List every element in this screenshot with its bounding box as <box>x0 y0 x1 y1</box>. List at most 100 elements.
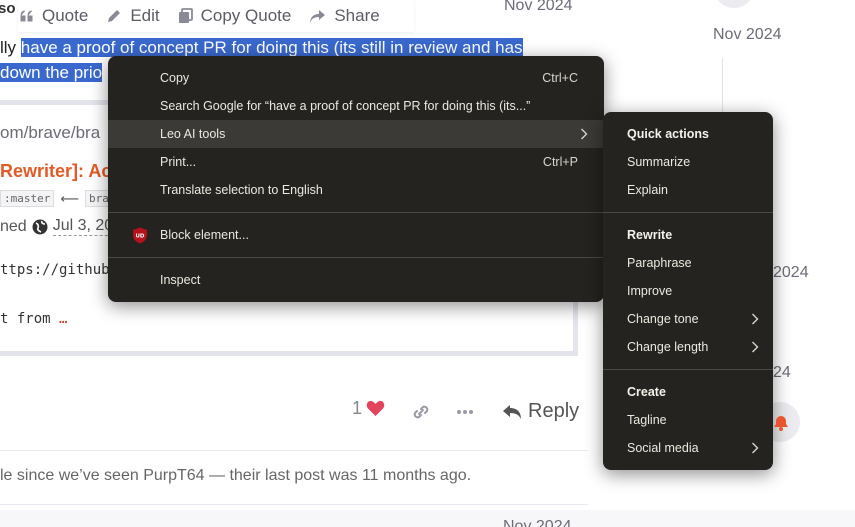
onebox-code-line-2: t from … <box>0 311 67 327</box>
globe-icon <box>32 219 48 234</box>
ublock-shield-icon: UD <box>133 227 147 244</box>
inactive-user-notice: le since we’ve seen PurpT64 — their last… <box>0 467 472 484</box>
opened-label: ned <box>0 217 27 235</box>
submenu-separator <box>603 212 773 213</box>
submenu-item-change-tone[interactable]: Change tone <box>603 305 773 333</box>
timeline-date-end[interactable]: 24 <box>773 364 791 382</box>
branch-arrow: ⟵ <box>60 190 79 206</box>
post-toolbar: Quote Edit Copy Quote Share <box>18 0 414 32</box>
submenu-header-rewrite: Rewrite <box>603 221 773 249</box>
bell-icon <box>773 414 789 436</box>
menu-item-label: Inspect <box>160 273 201 287</box>
submenu-item-summarize[interactable]: Summarize <box>603 148 773 176</box>
post-text-prefix: lly <box>0 38 21 57</box>
selected-text-continued: down the prio <box>0 63 103 82</box>
timeline-handle[interactable] <box>716 0 752 8</box>
submenu-item-paraphrase[interactable]: Paraphrase <box>603 249 773 277</box>
menu-item-search-google[interactable]: Search Google for “have a proof of conce… <box>108 92 604 120</box>
bottom-band <box>0 510 855 527</box>
link-icon <box>413 405 429 419</box>
menu-item-label: Leo AI tools <box>160 127 226 141</box>
reply-label: Reply <box>528 400 580 422</box>
copy-quote-label: Copy Quote <box>200 6 292 25</box>
like-button[interactable]: 1 <box>352 398 385 419</box>
like-count: 1 <box>352 398 363 418</box>
branch-base: :master <box>0 190 55 207</box>
submenu-header-create: Create <box>603 378 773 406</box>
submenu-header-label: Quick actions <box>627 127 709 141</box>
menu-item-label: Search Google for “have a proof of conce… <box>160 99 531 113</box>
menu-item-shortcut: Ctrl+C <box>542 71 578 85</box>
onebox-opened: ned Jul 3, 20 <box>0 217 114 236</box>
opened-date[interactable]: Jul 3, 20 <box>52 217 114 236</box>
menu-item-inspect[interactable]: Inspect <box>108 266 604 294</box>
menu-item-label: Block element... <box>160 228 249 242</box>
timeline-date-mid[interactable]: 2024 <box>773 264 809 282</box>
submenu-item-change-length[interactable]: Change length <box>603 333 773 361</box>
post-text-line-2: down the prio <box>0 63 103 83</box>
share-icon <box>310 9 326 23</box>
submenu-item-social-media[interactable]: Social media <box>603 434 773 462</box>
post-date[interactable]: Nov 2024 <box>504 0 573 15</box>
code-line-2-text: t from <box>0 311 60 327</box>
menu-item-block-element[interactable]: UD Block element... <box>108 221 604 249</box>
submenu-item-label: Paraphrase <box>627 256 692 270</box>
onebox-url[interactable]: om/brave/bra <box>0 123 100 143</box>
submenu-separator <box>603 369 773 370</box>
timeline-start-date[interactable]: Nov 2024 <box>713 26 782 44</box>
quote-button[interactable]: Quote <box>20 6 88 26</box>
reply-button[interactable]: Reply <box>502 400 579 423</box>
onebox-code-line-1: ttps://github <box>0 262 110 278</box>
chevron-right-icon <box>752 442 759 454</box>
more-actions-button[interactable] <box>456 404 474 425</box>
menu-separator <box>108 257 604 258</box>
copy-link-button[interactable] <box>411 403 431 426</box>
menu-item-leo-ai-tools[interactable]: Leo AI tools <box>108 120 604 148</box>
code-ellipsis[interactable]: … <box>59 311 67 327</box>
menu-item-translate[interactable]: Translate selection to English <box>108 176 604 204</box>
submenu-item-label: Explain <box>627 183 668 197</box>
heart-icon <box>366 400 385 416</box>
submenu-item-label: Change length <box>627 340 709 354</box>
menu-item-label: Translate selection to English <box>160 183 323 197</box>
submenu-header-label: Create <box>627 385 666 399</box>
submenu-header-label: Rewrite <box>627 228 673 242</box>
context-menu: Copy Ctrl+C Search Google for “have a pr… <box>108 56 604 302</box>
next-post-date[interactable]: Nov 2024 <box>503 518 572 527</box>
submenu-item-label: Summarize <box>627 155 691 169</box>
submenu-item-label: Improve <box>627 284 673 298</box>
notice-divider <box>0 504 588 505</box>
quote-label: Quote <box>42 6 89 25</box>
edit-button[interactable]: Edit <box>106 6 160 26</box>
menu-separator <box>108 212 604 213</box>
menu-item-print[interactable]: Print... Ctrl+P <box>108 148 604 176</box>
post-username[interactable]: so <box>0 0 16 17</box>
quote-icon <box>20 10 33 22</box>
post-divider <box>0 450 588 451</box>
chevron-right-icon <box>752 341 759 353</box>
onebox-pr-title[interactable]: Rewriter]: Ac <box>0 161 111 182</box>
share-button[interactable]: Share <box>309 6 380 26</box>
submenu-item-tagline[interactable]: Tagline <box>603 406 773 434</box>
menu-item-shortcut: Ctrl+P <box>542 155 578 169</box>
pencil-icon <box>108 10 121 22</box>
leo-ai-submenu: Quick actions Summarize Explain Rewrite … <box>603 112 773 470</box>
submenu-item-label: Change tone <box>627 312 699 326</box>
ublock-icon-text: UD <box>135 234 144 240</box>
copy-icon <box>178 8 193 23</box>
edit-label: Edit <box>130 6 160 25</box>
submenu-item-improve[interactable]: Improve <box>603 277 773 305</box>
reply-arrow-icon <box>503 404 521 419</box>
submenu-item-explain[interactable]: Explain <box>603 176 773 204</box>
share-label: Share <box>334 6 380 25</box>
selected-text: have a proof of concept PR for doing thi… <box>20 38 523 57</box>
submenu-item-label: Tagline <box>627 413 667 427</box>
ellipsis-icon <box>457 410 473 414</box>
chevron-right-icon <box>752 313 759 325</box>
post-text-line-1: lly have a proof of concept PR for doing… <box>0 38 523 58</box>
menu-item-label: Copy <box>160 71 190 85</box>
copy-quote-button[interactable]: Copy Quote <box>178 6 292 26</box>
submenu-item-label: Social media <box>627 441 699 455</box>
submenu-header-quick-actions: Quick actions <box>603 120 773 148</box>
menu-item-copy[interactable]: Copy Ctrl+C <box>108 64 604 92</box>
